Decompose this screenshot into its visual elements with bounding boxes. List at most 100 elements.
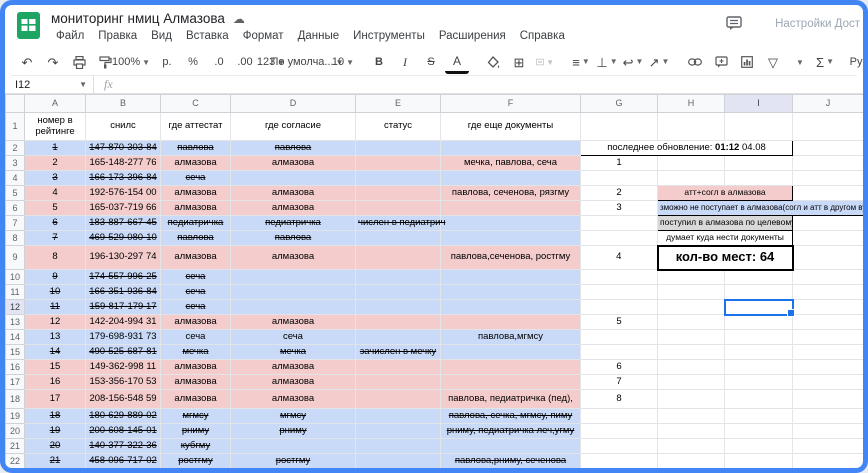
italic-icon[interactable]: I [393,52,417,72]
cell-F13[interactable] [440,314,581,330]
legend-note-row6[interactable]: зможно не поступает в алмазова(согл и ат… [657,200,863,216]
row-header-20[interactable]: 20 [5,423,25,439]
cell-A12[interactable]: 11 [24,299,86,315]
col-header-G[interactable]: G [580,94,658,113]
cell-D22[interactable]: ростгму [230,453,356,468]
cell-F7[interactable] [440,215,581,231]
cell-G12[interactable] [580,299,658,315]
cell-D8[interactable]: павлова [230,230,356,246]
col-header-D[interactable]: D [230,94,356,113]
cell-F17[interactable] [440,374,581,390]
namebox-dropdown-icon[interactable]: ▼ [79,80,87,89]
strikethrough-icon[interactable]: S [419,52,443,72]
cell-E1[interactable]: статус [355,112,441,141]
cell-J20[interactable] [792,423,863,439]
sheets-logo-icon[interactable] [17,12,40,39]
row-header-12[interactable]: 12 [5,299,25,315]
cell-I13[interactable] [724,314,793,330]
cell-B12[interactable]: 159-817-179 17 [85,299,161,315]
cell-F12[interactable] [440,299,581,315]
cell-B10[interactable]: 174-557-996-25 [85,269,161,285]
insert-link-icon[interactable] [683,52,707,72]
col-header-A[interactable]: A [24,94,86,113]
cell-A21[interactable]: 20 [24,438,86,454]
text-wrap-icon[interactable]: ↩ ▼ [621,52,645,72]
cell-D19[interactable]: мгмсу [230,408,356,424]
row-header-23[interactable]: 23 [6,469,25,473]
cell-I12[interactable] [723,298,795,317]
row-header-16[interactable]: 16 [5,359,25,375]
cell-F9[interactable]: павлова,сеченова, ростгму [440,245,581,270]
cell-B21[interactable]: 140-377-322-36 [85,438,161,454]
cell-D4[interactable] [230,170,356,186]
horizontal-align-icon[interactable]: ≡ ▼ [569,52,593,72]
cell-C10[interactable]: сеча [160,269,231,285]
cell-J17[interactable] [792,374,863,390]
text-rotation-icon[interactable]: ↗ ▼ [647,52,671,72]
cell-G18[interactable]: 8 [580,389,658,409]
cell-D17[interactable]: алмазова [230,374,356,390]
cell-B2[interactable]: 147-870-303-84 [85,140,161,156]
col-header-I[interactable]: I [724,94,793,113]
cell-D12[interactable] [230,299,356,315]
cell-H18[interactable] [657,389,725,409]
cell-H15[interactable] [657,344,725,360]
cell-F14[interactable]: павлова,мгмсу [440,329,581,345]
redo-icon[interactable]: ↷ [41,52,65,72]
cell-D5[interactable]: алмазова [230,185,356,201]
cell-A5[interactable]: 4 [24,185,86,201]
cell-H12[interactable] [657,299,725,315]
cell-G4[interactable] [580,170,658,186]
cell-J21[interactable] [792,438,863,454]
cell-F18[interactable]: павлова, педиатричка (пед), [440,389,581,409]
cell-H11[interactable] [657,284,725,300]
decrease-decimal-button[interactable]: .0 [207,52,231,72]
cell-C14[interactable]: сеча [160,329,231,345]
cell-B13[interactable]: 142-204-994 31 [85,314,161,330]
cell-F20[interactable]: рниму, педиатричка леч,угму [440,423,581,439]
menu-view[interactable]: Вид [144,29,179,43]
cell-G5[interactable]: 2 [580,185,658,201]
cell-A4[interactable]: 3 [24,170,86,186]
format-percent-button[interactable]: % [181,52,205,72]
cell-H1[interactable] [657,112,725,141]
cell-J16[interactable] [792,359,863,375]
name-box[interactable]: I12 ▼ [5,79,93,91]
cell-D15[interactable]: мечка [230,344,356,360]
cell-G21[interactable] [580,438,658,454]
cell-B20[interactable]: 200-608-145-01 [85,423,161,439]
menu-insert[interactable]: Вставка [179,29,236,43]
cell-J5[interactable] [792,185,863,201]
cell-F11[interactable] [440,284,581,300]
cell-I21[interactable] [724,438,793,454]
cell-H23[interactable] [658,469,725,473]
cell-C8[interactable]: павлова [160,230,231,246]
undo-icon[interactable]: ↶ [15,52,39,72]
cell-J14[interactable] [792,329,863,345]
menu-data[interactable]: Данные [291,29,347,43]
cell-C22[interactable]: ростгму [160,453,231,468]
row-header-13[interactable]: 13 [5,314,25,330]
cell-A10[interactable]: 9 [24,269,86,285]
cell-I11[interactable] [724,284,793,300]
input-tools-select[interactable]: Ру▼ [849,52,863,72]
col-header-J[interactable]: J [792,94,863,113]
cell-C6[interactable]: алмазова [160,200,231,216]
cell-G11[interactable] [580,284,658,300]
cell-G20[interactable] [580,423,658,439]
cell-J11[interactable] [792,284,863,300]
cell-J8[interactable] [792,230,863,246]
cell-B9[interactable]: 196-130-297 74 [85,245,161,270]
cell-J12[interactable] [792,299,863,315]
cell-C16[interactable]: алмазова [160,359,231,375]
cell-C19[interactable]: мгмсу [160,408,231,424]
cell-E13[interactable] [355,314,441,330]
cell-F2[interactable] [440,140,581,156]
cell-A13[interactable]: 12 [24,314,86,330]
cell-C15[interactable]: мечка [160,344,231,360]
cell-A22[interactable]: 21 [24,453,86,468]
cell-F16[interactable] [440,359,581,375]
cell-H22[interactable] [657,453,725,468]
cell-G10[interactable] [580,269,658,285]
cell-D1[interactable]: где согласие [230,112,356,141]
